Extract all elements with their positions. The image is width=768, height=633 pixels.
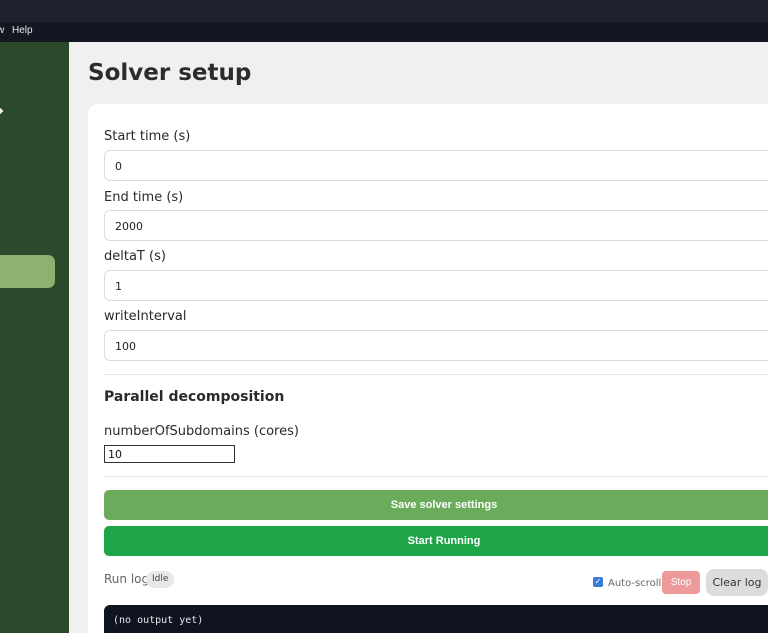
start-running-button[interactable]: Start Running	[104, 526, 768, 556]
sidebar	[0, 42, 69, 633]
end-time-input[interactable]: 2000	[104, 210, 768, 241]
start-time-label: Start time (s)	[104, 129, 191, 144]
auto-scroll-checkbox[interactable]: ✓	[593, 577, 603, 587]
parallel-section-title: Parallel decomposition	[104, 389, 285, 405]
section-divider	[104, 374, 768, 375]
start-time-input[interactable]: 0	[104, 150, 768, 181]
menu-item-help[interactable]: Help	[12, 25, 33, 36]
chevron-right-icon[interactable]	[0, 106, 4, 116]
delta-t-label: deltaT (s)	[104, 249, 166, 264]
write-interval-input[interactable]: 100	[104, 330, 768, 361]
write-interval-label: writeInterval	[104, 309, 187, 324]
auto-scroll-label: Auto-scroll	[608, 578, 662, 589]
subdomains-input[interactable]: 10	[104, 445, 235, 463]
menu-item-window[interactable]: w	[0, 25, 4, 36]
page-title: Solver setup	[88, 60, 252, 86]
status-badge: Idle	[146, 571, 175, 588]
sidebar-item-active[interactable]	[0, 255, 55, 288]
subdomains-label: numberOfSubdomains (cores)	[104, 424, 299, 439]
menu-bar: w Help	[0, 22, 768, 42]
clear-log-button[interactable]: Clear log	[706, 569, 768, 596]
delta-t-input[interactable]: 1	[104, 270, 768, 301]
window-title-bar	[0, 0, 768, 22]
end-time-label: End time (s)	[104, 190, 184, 205]
section-divider	[104, 476, 768, 477]
save-solver-settings-button[interactable]: Save solver settings	[104, 490, 768, 520]
stop-button[interactable]: Stop	[662, 571, 700, 594]
run-log-output: (no output yet)	[104, 605, 768, 633]
run-log-label: Run log	[104, 572, 150, 586]
log-output-text: (no output yet)	[113, 615, 204, 626]
